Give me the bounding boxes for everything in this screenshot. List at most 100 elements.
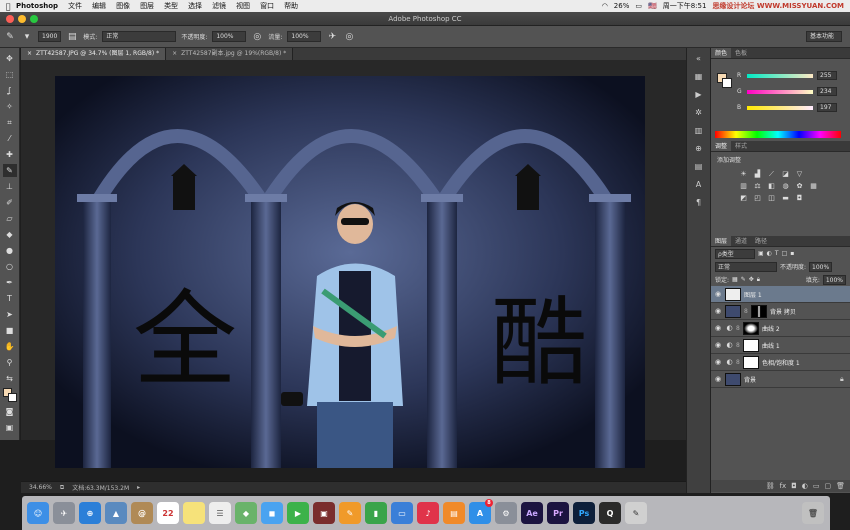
new-adjustment-icon[interactable]: ◐ bbox=[802, 482, 808, 490]
launchpad-icon[interactable]: ✈ bbox=[53, 502, 75, 524]
preview-icon[interactable]: ✎ bbox=[625, 502, 647, 524]
healing-brush-tool-icon[interactable]: ✚ bbox=[3, 148, 17, 161]
eye-icon[interactable]: ◉ bbox=[711, 341, 725, 349]
red-value[interactable]: 255 bbox=[817, 71, 837, 80]
eye-icon[interactable]: ◉ bbox=[711, 358, 725, 366]
lock-all-icon[interactable]: 🔒︎ bbox=[757, 276, 760, 284]
type-tool-icon[interactable]: T bbox=[3, 292, 17, 305]
color-swatches[interactable] bbox=[2, 388, 17, 402]
tab-close-icon[interactable]: × bbox=[172, 48, 177, 60]
brush-settings-icon[interactable]: ✲ bbox=[692, 108, 706, 120]
add-mask-icon[interactable]: ◘ bbox=[791, 482, 797, 490]
photoshop-icon[interactable]: Ps bbox=[573, 502, 595, 524]
tab-channels[interactable]: 通道 bbox=[731, 236, 751, 246]
notes-icon[interactable] bbox=[183, 502, 205, 524]
system-preferences-icon[interactable]: ⚙ bbox=[495, 502, 517, 524]
actions-icon[interactable]: ▶ bbox=[692, 90, 706, 102]
document-tab-2[interactable]: × ZTT42587副本.jpg @ 19%(RGB/8) * bbox=[166, 48, 294, 60]
layer-row[interactable]: ◉ ◐ 8 曲线 2 bbox=[711, 320, 850, 337]
eye-icon[interactable]: ◉ bbox=[711, 307, 725, 315]
battery-percent[interactable]: 26% bbox=[614, 2, 630, 10]
lock-position-icon[interactable]: ✥ bbox=[749, 276, 754, 283]
history-brush-tool-icon[interactable]: ✐ bbox=[3, 196, 17, 209]
tab-color[interactable]: 颜色 bbox=[711, 48, 732, 58]
move-tool-icon[interactable]: ✥ bbox=[3, 52, 17, 65]
fx-icon[interactable]: fx bbox=[780, 482, 787, 490]
tab-adjustments[interactable]: 调整 bbox=[711, 141, 732, 151]
status-arrow-icon[interactable]: ▸ bbox=[137, 484, 140, 491]
black-white-icon[interactable]: ◧ bbox=[767, 182, 776, 191]
vibrance-icon[interactable]: ▽ bbox=[795, 170, 804, 179]
layer-row[interactable]: ◉ 背景 🔒︎ bbox=[711, 371, 850, 388]
lock-pixels-icon[interactable]: ✎ bbox=[741, 276, 746, 283]
gradient-map-icon[interactable]: ▬ bbox=[781, 194, 790, 203]
pen-tool-icon[interactable]: ✒ bbox=[3, 276, 17, 289]
invert-icon[interactable]: ◩ bbox=[739, 194, 748, 203]
image-canvas[interactable]: 全 酷 bbox=[55, 76, 645, 468]
green-slider[interactable] bbox=[747, 89, 813, 94]
tab-layers[interactable]: 图层 bbox=[711, 236, 732, 246]
pressure-opacity-icon[interactable]: ◎ bbox=[251, 31, 263, 43]
menu-view[interactable]: 视图 bbox=[236, 1, 250, 11]
airbrush-icon[interactable]: ✈ bbox=[326, 31, 338, 43]
threshold-icon[interactable]: ◫ bbox=[767, 194, 776, 203]
eye-icon[interactable]: ◉ bbox=[711, 290, 725, 298]
filter-smart-icon[interactable]: ▪ bbox=[790, 250, 794, 257]
properties-icon[interactable]: ▤ bbox=[692, 162, 706, 174]
lock-icon[interactable]: 🔒︎ bbox=[840, 375, 850, 384]
music-icon[interactable]: ♪ bbox=[417, 502, 439, 524]
menu-app-name[interactable]: Photoshop bbox=[16, 2, 58, 10]
reminders-icon[interactable]: ☰ bbox=[209, 502, 231, 524]
layer-filter-select[interactable]: ρ类型 bbox=[715, 248, 755, 259]
selective-color-icon[interactable]: ◘ bbox=[795, 194, 804, 203]
flow-input[interactable]: 100% bbox=[287, 31, 322, 42]
filter-pixel-icon[interactable]: ▣ bbox=[758, 250, 764, 257]
exposure-icon[interactable]: ◪ bbox=[781, 170, 790, 179]
quick-select-tool-icon[interactable]: ✧ bbox=[3, 100, 17, 113]
marquee-tool-icon[interactable]: ⬚ bbox=[3, 68, 17, 81]
link-layers-icon[interactable]: ⛓ bbox=[766, 482, 775, 490]
posterize-icon[interactable]: ◰ bbox=[753, 194, 762, 203]
eye-icon[interactable]: ◉ bbox=[711, 375, 725, 383]
menu-type[interactable]: 类型 bbox=[164, 1, 178, 11]
clock[interactable]: 周一下午8:51 bbox=[663, 1, 707, 11]
brightness-icon[interactable]: ☀ bbox=[739, 170, 748, 179]
layer-row[interactable]: ◉ ◐ 8 色相/饱和度 1 bbox=[711, 354, 850, 371]
mode-select[interactable]: 正常 bbox=[102, 31, 177, 42]
close-window-icon[interactable] bbox=[6, 15, 14, 23]
numbers-icon[interactable]: ▮ bbox=[365, 502, 387, 524]
color-spectrum[interactable] bbox=[715, 131, 841, 138]
dropdown-arrow-icon[interactable]: ▾ bbox=[21, 31, 33, 43]
crop-tool-icon[interactable]: ⌗ bbox=[3, 116, 17, 129]
photos-icon[interactable]: ▲ bbox=[105, 502, 127, 524]
hue-saturation-icon[interactable]: ▥ bbox=[739, 182, 748, 191]
dodge-tool-icon[interactable]: ○ bbox=[3, 260, 17, 273]
path-select-tool-icon[interactable]: ➤ bbox=[3, 308, 17, 321]
layer-row[interactable]: ◉ ◐ 8 曲线 1 bbox=[711, 337, 850, 354]
apple-icon[interactable]:  bbox=[0, 2, 16, 11]
zoom-tool-icon[interactable]: ⚲ bbox=[3, 356, 17, 369]
paint-bucket-tool-icon[interactable]: ◆ bbox=[3, 228, 17, 241]
collapse-icon[interactable]: « bbox=[692, 54, 706, 66]
contacts-icon[interactable]: @ bbox=[131, 502, 153, 524]
status-share-icon[interactable]: ⧉ bbox=[60, 484, 64, 492]
clone-source-icon[interactable]: ⊕ bbox=[692, 144, 706, 156]
pressure-size-icon[interactable]: ◎ bbox=[343, 31, 355, 43]
layer-row[interactable]: ◉ 图层 1 bbox=[711, 286, 850, 303]
tab-close-icon[interactable]: × bbox=[27, 48, 32, 60]
facetime-icon[interactable]: ▶ bbox=[287, 502, 309, 524]
pages-icon[interactable]: ✎ bbox=[339, 502, 361, 524]
color-balance-icon[interactable]: ⚖ bbox=[753, 182, 762, 191]
ibooks-icon[interactable]: ▤ bbox=[443, 502, 465, 524]
menu-window[interactable]: 窗口 bbox=[260, 1, 274, 11]
photobooth-icon[interactable]: ▣ bbox=[313, 502, 335, 524]
wifi-icon[interactable]: ◠ bbox=[602, 2, 608, 10]
tab-styles[interactable]: 样式 bbox=[731, 141, 751, 151]
menu-layer[interactable]: 图层 bbox=[140, 1, 154, 11]
safari-icon[interactable]: ⊕ bbox=[79, 502, 101, 524]
red-slider[interactable] bbox=[747, 73, 813, 78]
menu-file[interactable]: 文件 bbox=[68, 1, 82, 11]
character-icon[interactable]: A bbox=[692, 180, 706, 192]
menu-help[interactable]: 帮助 bbox=[284, 1, 298, 11]
doc-size[interactable]: 文档:63.3M/153.2M bbox=[72, 483, 129, 492]
